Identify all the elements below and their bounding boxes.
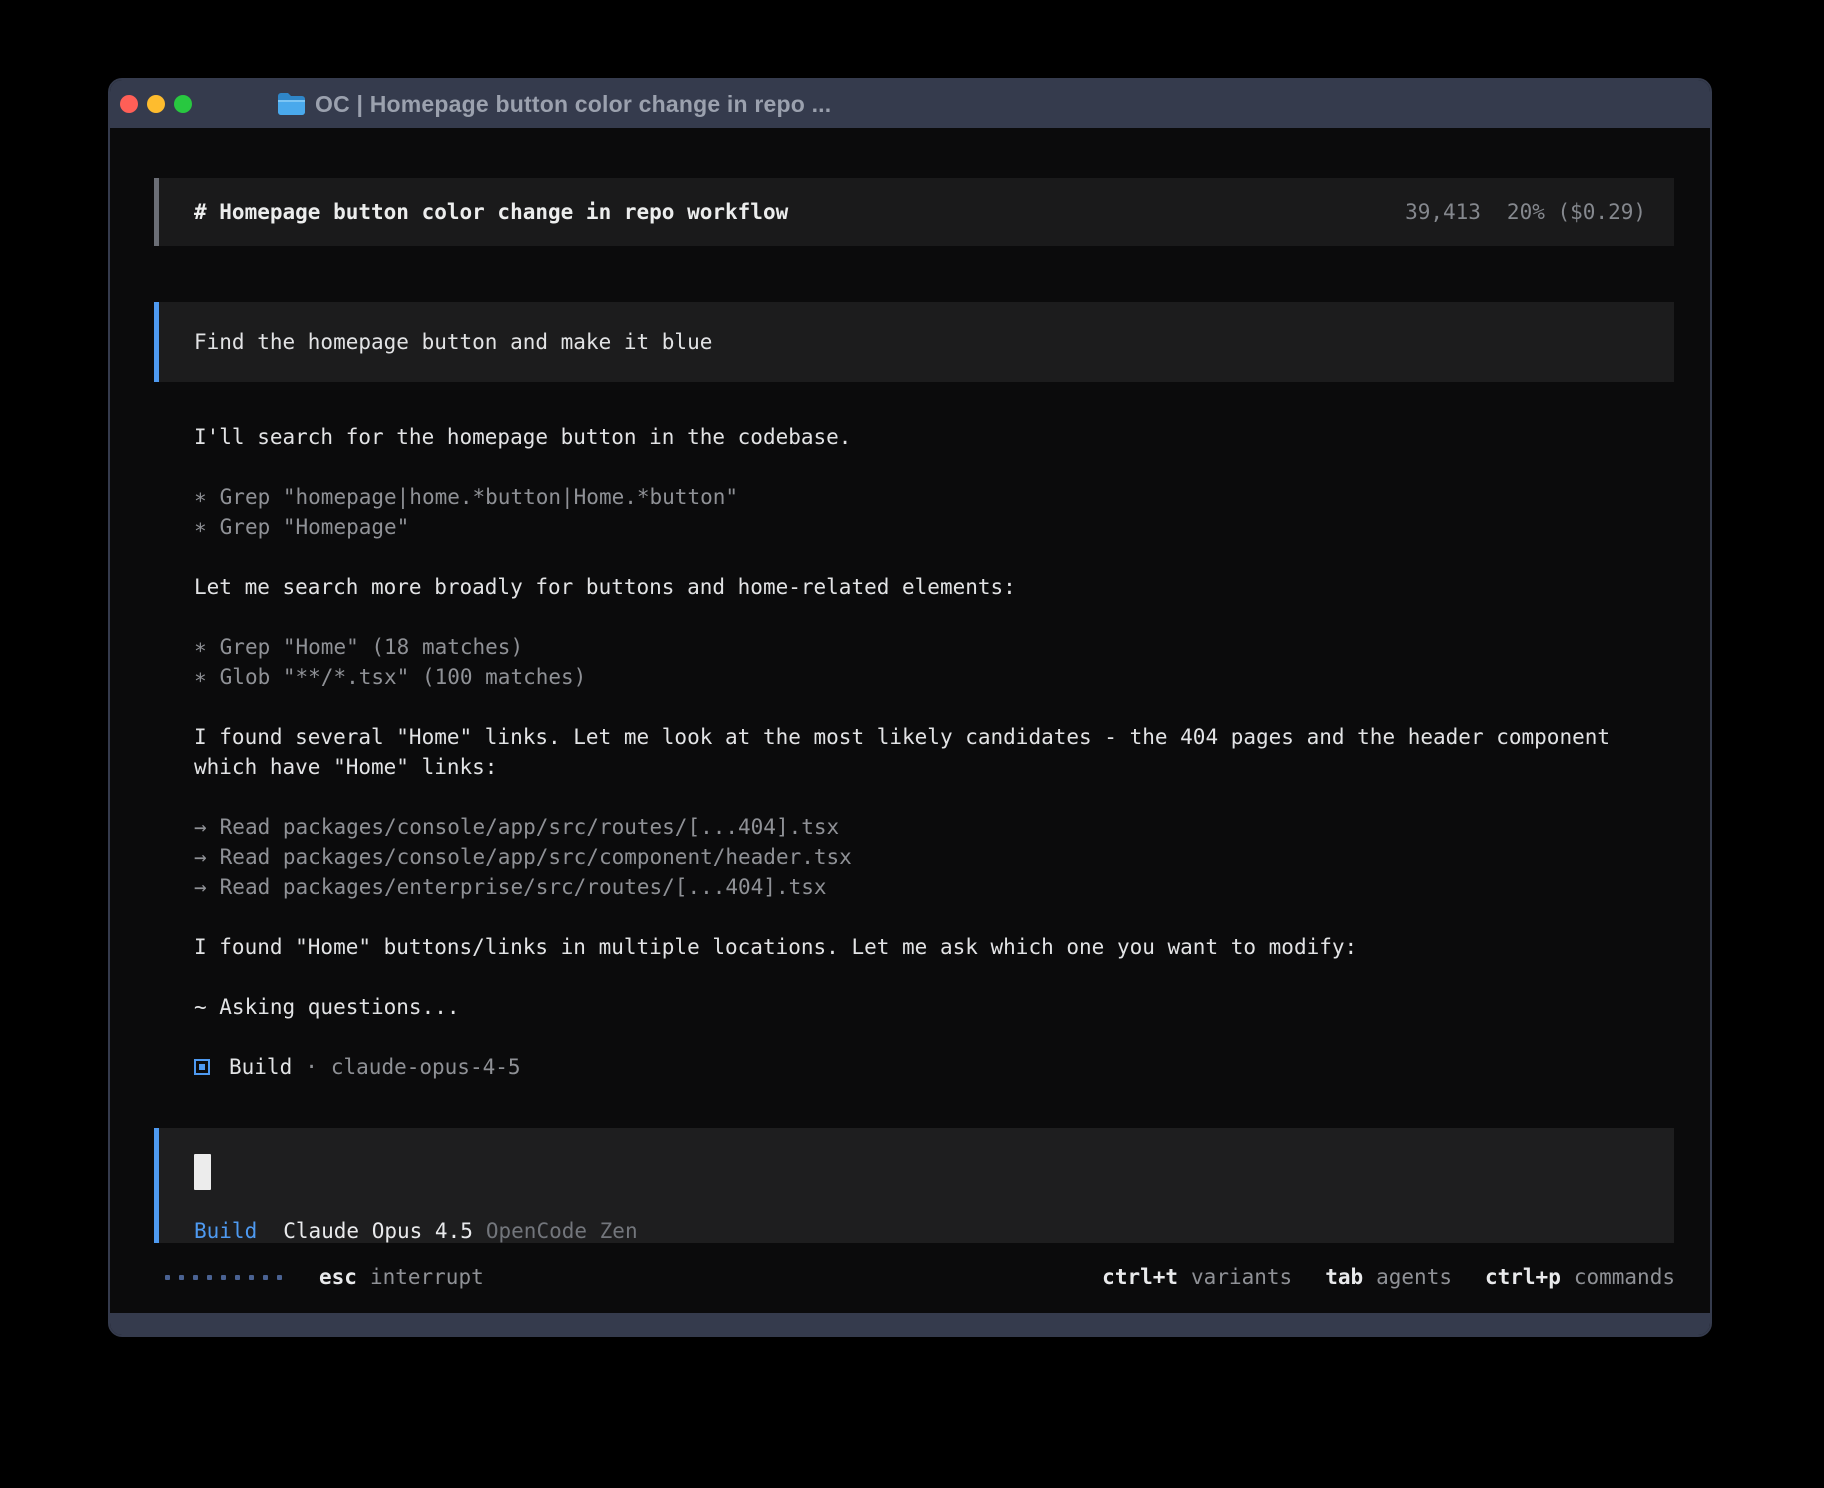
session-stats: 39,413 20% ($0.29) [1405, 197, 1646, 227]
window-title: OC | Homepage button color change in rep… [315, 91, 831, 118]
window-titlebar[interactable]: OC | Homepage button color change in rep… [110, 80, 1710, 128]
assistant-transcript: I'll search for the homepage button in t… [154, 422, 1674, 1112]
input-agent-label: Build [194, 1216, 257, 1243]
desktop-background: OC | Homepage button color change in rep… [0, 0, 1824, 1488]
user-message-text: Find the homepage button and make it blu… [194, 327, 712, 357]
arrow-right-icon: → [194, 812, 207, 842]
working-status: ~ Asking questions... [194, 992, 1674, 1022]
input-provider-label: OpenCode Zen [486, 1216, 638, 1243]
tool-bullet-icon: ∗ [194, 662, 207, 692]
context-cost: 20% ($0.29) [1507, 197, 1646, 227]
hint-label: commands [1574, 1265, 1675, 1289]
tool-call-read: → Read packages/console/app/src/component… [194, 842, 1674, 872]
minimize-button[interactable] [147, 95, 165, 113]
tool-call-read: → Read packages/console/app/src/routes/[.… [194, 812, 1674, 842]
hint-key: esc [319, 1265, 357, 1289]
hint-label: variants [1191, 1265, 1292, 1289]
tool-bullet-icon: ∗ [194, 512, 207, 542]
tool-call-label: Grep "homepage|home.*button|Home.*button… [220, 485, 738, 509]
user-message: Find the homepage button and make it blu… [154, 302, 1674, 382]
badge-separator: · [305, 1052, 318, 1082]
agent-badge: Build · claude-opus-4-5 [194, 1052, 1674, 1082]
agent-name: Build [229, 1052, 292, 1082]
status-left: esc interrupt [165, 1262, 484, 1292]
hint-variants: ctrl+t variants [1102, 1262, 1292, 1292]
hint-key: tab [1325, 1265, 1363, 1289]
arrow-right-icon: → [194, 872, 207, 902]
terminal-content: # Homepage button color change in repo w… [110, 128, 1710, 1243]
assistant-text: Let me search more broadly for buttons a… [194, 572, 1674, 602]
hint-interrupt: esc interrupt [319, 1262, 484, 1292]
tool-call-label: Read packages/console/app/src/routes/[..… [220, 815, 840, 839]
tool-call-label: Read packages/enterprise/src/routes/[...… [220, 875, 827, 899]
traffic-lights [120, 95, 192, 113]
tool-call-glob: ∗ Glob "**/*.tsx" (100 matches) [194, 662, 1674, 692]
spinner-dots-icon [165, 1275, 282, 1280]
arrow-right-icon: → [194, 842, 207, 872]
agent-square-icon [194, 1059, 210, 1075]
token-count: 39,413 [1405, 197, 1481, 227]
input-footer: Build Claude Opus 4.5 OpenCode Zen [194, 1216, 1674, 1243]
tool-bullet-icon: ∗ [194, 482, 207, 512]
tool-bullet-icon: ∗ [194, 632, 207, 662]
assistant-text: I found several "Home" links. Let me loo… [194, 722, 1674, 782]
tool-call-list: → Read packages/console/app/src/routes/[.… [194, 812, 1674, 902]
zoom-button[interactable] [174, 95, 192, 113]
terminal-window: OC | Homepage button color change in rep… [108, 78, 1712, 1337]
status-right: ctrl+t variants tab agents ctrl+p commands [1102, 1262, 1675, 1292]
tool-call-grep: ∗ Grep "Home" (18 matches) [194, 632, 1674, 662]
assistant-text: I'll search for the homepage button in t… [194, 422, 1674, 452]
folder-icon [277, 92, 306, 116]
tool-call-list: ∗ Grep "homepage|home.*button|Home.*butto… [194, 482, 1674, 542]
assistant-text: I found "Home" buttons/links in multiple… [194, 932, 1674, 962]
hint-key: ctrl+t [1102, 1265, 1178, 1289]
hint-label: agents [1376, 1265, 1452, 1289]
status-bar: esc interrupt ctrl+t variants tab agents ct… [165, 1262, 1675, 1292]
tool-call-read: → Read packages/enterprise/src/routes/[..… [194, 872, 1674, 902]
tool-call-grep: ∗ Grep "homepage|home.*button|Home.*butto… [194, 482, 1674, 512]
tool-call-label: Grep "Homepage" [220, 515, 410, 539]
agent-model: claude-opus-4-5 [331, 1052, 521, 1082]
tool-call-list: ∗ Grep "Home" (18 matches) ∗ Glob "**/*.ts… [194, 632, 1674, 692]
tool-call-grep: ∗ Grep "Homepage" [194, 512, 1674, 542]
text-cursor [194, 1154, 211, 1190]
hint-agents: tab agents [1325, 1262, 1452, 1292]
window-bottom-edge [110, 1313, 1710, 1335]
tool-call-label: Glob "**/*.tsx" (100 matches) [220, 665, 587, 689]
close-button[interactable] [120, 95, 138, 113]
hint-label: interrupt [370, 1265, 484, 1289]
prompt-input[interactable]: Build Claude Opus 4.5 OpenCode Zen [154, 1128, 1674, 1243]
session-title: # Homepage button color change in repo w… [194, 197, 788, 227]
input-model-label: Claude Opus 4.5 [283, 1216, 473, 1243]
hint-key: ctrl+p [1485, 1265, 1561, 1289]
session-header: # Homepage button color change in repo w… [154, 178, 1674, 246]
hint-commands: ctrl+p commands [1485, 1262, 1675, 1292]
tool-call-label: Grep "Home" (18 matches) [220, 635, 523, 659]
tool-call-label: Read packages/console/app/src/component/… [220, 845, 852, 869]
